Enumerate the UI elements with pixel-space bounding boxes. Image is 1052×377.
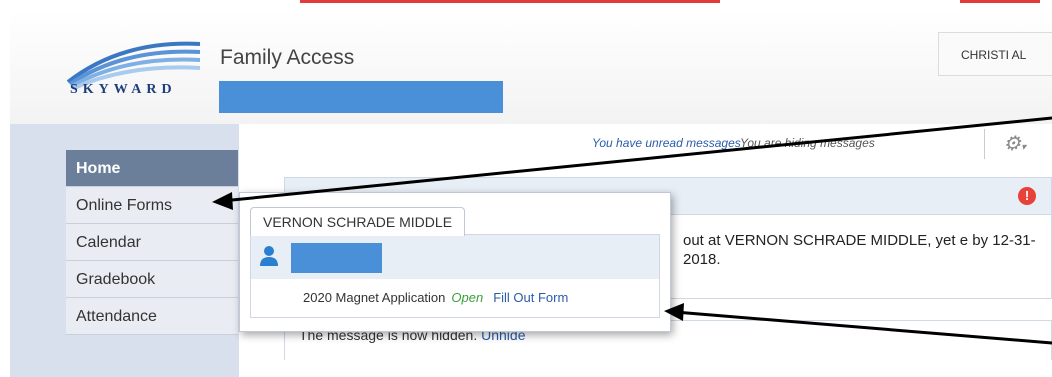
app-title: Family Access	[220, 46, 355, 69]
hiding-messages-link[interactable]: You are hiding messages	[740, 136, 875, 150]
card-message-text: out at VERNON SCHRADE MIDDLE, yet e by 1…	[683, 232, 1036, 268]
sidebar-item-gradebook[interactable]: Gradebook	[66, 261, 238, 298]
online-forms-popup: VERNON SCHRADE MIDDLE 2020 Magnet Applic…	[239, 192, 671, 332]
school-tab[interactable]: VERNON SCHRADE MIDDLE	[250, 207, 466, 236]
top-red-strip	[300, 0, 1052, 5]
redacted-name-bar	[219, 81, 503, 113]
user-menu-button[interactable]: CHRISTI AL	[938, 32, 1052, 76]
sidebar: Home Online Forms Calendar Gradebook Att…	[66, 150, 238, 335]
sidebar-item-calendar[interactable]: Calendar	[66, 224, 238, 261]
alert-icon: !	[1018, 187, 1036, 205]
sidebar-item-home[interactable]: Home	[66, 150, 238, 187]
person-icon	[260, 246, 278, 266]
form-row: 2020 Magnet Application Open Fill Out Form	[303, 290, 568, 305]
gear-icon[interactable]: ⚙▾	[984, 129, 1044, 159]
sidebar-item-online-forms[interactable]: Online Forms	[66, 187, 238, 224]
form-status: Open	[451, 290, 484, 305]
student-row	[251, 235, 659, 279]
redacted-student-name	[291, 243, 382, 273]
sidebar-item-attendance[interactable]: Attendance	[66, 298, 238, 335]
brand-name: SKYWARD	[70, 82, 177, 97]
message-bar: You have unread messages You are hiding …	[564, 125, 1052, 161]
fill-out-form-link[interactable]: Fill Out Form	[493, 290, 568, 305]
popup-body: 2020 Magnet Application Open Fill Out Form	[250, 234, 660, 318]
unread-messages-link[interactable]: You have unread messages	[592, 136, 741, 150]
form-name: 2020 Magnet Application	[303, 290, 446, 305]
